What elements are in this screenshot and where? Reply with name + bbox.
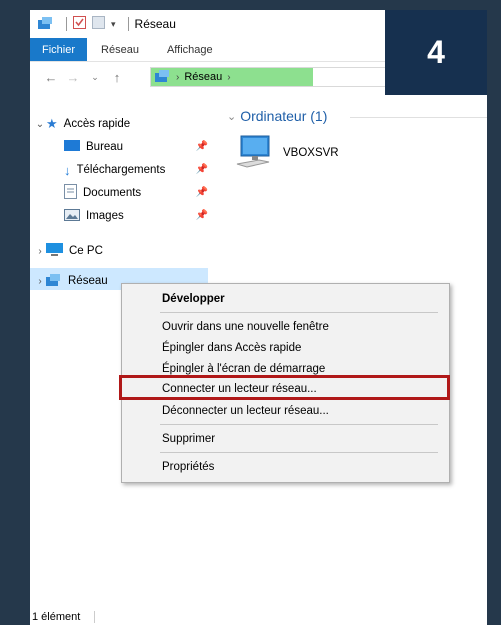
- recent-locations-icon[interactable]: ⌄: [84, 72, 106, 83]
- step-badge: 4: [385, 10, 487, 95]
- pin-icon[interactable]: 📌: [196, 210, 208, 221]
- menu-item-deconnecter-lecteur-reseau[interactable]: Déconnecter un lecteur réseau...: [162, 405, 329, 417]
- nav-item-images[interactable]: Images 📌: [64, 206, 208, 226]
- chevron-right-icon[interactable]: ›: [34, 276, 46, 287]
- chevron-right-icon[interactable]: ›: [34, 246, 46, 257]
- chevron-down-icon[interactable]: ⌄: [227, 110, 236, 123]
- menu-item-epingler-acces-rapide[interactable]: Épingler dans Accès rapide: [162, 342, 301, 354]
- download-icon: ↓: [64, 162, 71, 178]
- nav-quick-access[interactable]: ⌄ ★ Accès rapide: [34, 114, 130, 134]
- breadcrumb-chevron-icon[interactable]: ›: [227, 72, 230, 83]
- nav-item-bureau[interactable]: Bureau 📌: [64, 137, 208, 157]
- address-path: › Réseau ›: [151, 68, 313, 86]
- nav-label: Bureau: [86, 141, 124, 153]
- forward-arrow-icon[interactable]: →: [62, 70, 84, 85]
- network-icon: [46, 273, 62, 289]
- pin-icon[interactable]: 📌: [196, 164, 208, 175]
- star-icon: ★: [46, 116, 58, 131]
- item-count: 1 élément: [32, 610, 81, 623]
- up-arrow-icon[interactable]: ↑: [106, 70, 128, 85]
- highlight-box: [119, 375, 450, 400]
- properties-check-icon[interactable]: [73, 16, 86, 32]
- back-arrow-icon[interactable]: ←: [40, 70, 62, 85]
- nav-network[interactable]: › Réseau: [34, 271, 108, 291]
- nav-item-documents[interactable]: Documents 📌: [64, 183, 208, 203]
- network-folder-icon: [38, 16, 54, 32]
- nav-label: Images: [86, 210, 124, 222]
- nav-label: Accès rapide: [63, 118, 131, 130]
- title-separator: [127, 17, 129, 31]
- status-divider: [94, 610, 96, 623]
- breadcrumb-network[interactable]: Réseau: [184, 71, 222, 83]
- computer-icon: [46, 243, 63, 259]
- breadcrumb-chevron-icon[interactable]: ›: [176, 72, 179, 83]
- group-title: Ordinateur (1): [240, 108, 328, 124]
- pin-icon[interactable]: 📌: [196, 141, 208, 152]
- menu-item-developper[interactable]: Développer: [162, 293, 225, 305]
- group-divider: [350, 117, 487, 118]
- customize-toolbar-icon[interactable]: ▾: [111, 19, 116, 30]
- nav-label: Réseau: [68, 275, 108, 287]
- tab-fichier[interactable]: Fichier: [30, 38, 88, 61]
- pictures-icon: [64, 208, 80, 224]
- network-folder-icon: [155, 69, 171, 85]
- window-title: Réseau: [134, 17, 176, 31]
- menu-item-supprimer[interactable]: Supprimer: [162, 433, 215, 445]
- document-icon: [64, 184, 77, 202]
- nav-this-pc[interactable]: › Ce PC: [34, 241, 103, 261]
- menu-item-proprietes[interactable]: Propriétés: [162, 461, 214, 473]
- menu-separator: [160, 424, 438, 425]
- status-bar: 1 élément: [30, 608, 487, 625]
- desktop-icon: [64, 140, 80, 154]
- computer-name: VBOXSVR: [283, 146, 339, 159]
- title-separator: [66, 17, 67, 31]
- menu-separator: [160, 452, 438, 453]
- chevron-down-icon[interactable]: ⌄: [34, 119, 46, 130]
- pin-icon[interactable]: 📌: [196, 187, 208, 198]
- tab-affichage[interactable]: Affichage: [153, 38, 227, 61]
- network-computer-icon: [235, 134, 271, 171]
- nav-label: Ce PC: [69, 245, 103, 257]
- group-header[interactable]: ⌄ Ordinateur (1): [227, 108, 327, 124]
- menu-separator: [160, 312, 438, 313]
- nav-label: Téléchargements: [76, 164, 166, 176]
- computer-item[interactable]: VBOXSVR: [235, 134, 339, 171]
- context-menu: Développer Ouvrir dans une nouvelle fenê…: [119, 283, 450, 483]
- new-folder-icon[interactable]: [92, 16, 105, 32]
- menu-item-epingler-demarrage[interactable]: Épingler à l'écran de démarrage: [162, 363, 325, 375]
- menu-item-ouvrir-nouvelle-fenetre[interactable]: Ouvrir dans une nouvelle fenêtre: [162, 321, 329, 333]
- nav-item-telechargements[interactable]: ↓ Téléchargements 📌: [64, 160, 208, 180]
- tab-reseau[interactable]: Réseau: [87, 38, 153, 61]
- nav-label: Documents: [83, 187, 142, 199]
